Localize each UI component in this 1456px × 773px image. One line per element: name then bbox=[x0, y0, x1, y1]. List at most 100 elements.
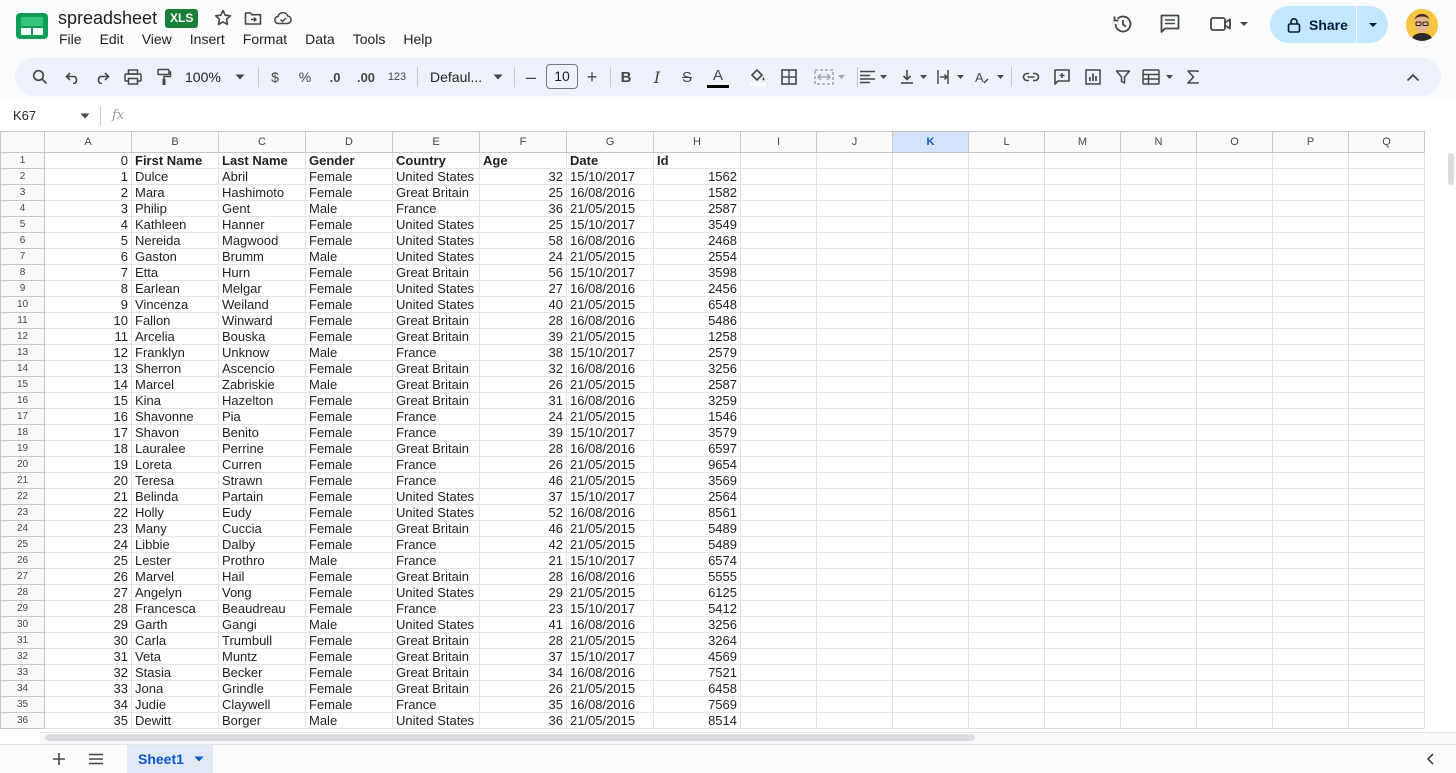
row-header[interactable]: 28 bbox=[0, 584, 45, 601]
cell-e20[interactable]: France bbox=[392, 456, 480, 473]
row-header[interactable]: 15 bbox=[0, 376, 45, 393]
cell-q17[interactable] bbox=[1348, 408, 1425, 425]
cell-a5[interactable]: 4 bbox=[44, 216, 132, 233]
cell-g21[interactable]: 21/05/2015 bbox=[566, 472, 654, 489]
cell-n12[interactable] bbox=[1120, 328, 1197, 345]
cell-k7[interactable] bbox=[892, 248, 969, 265]
cell-l30[interactable] bbox=[968, 616, 1045, 633]
cell-e22[interactable]: United States bbox=[392, 488, 480, 505]
cell-a28[interactable]: 27 bbox=[44, 584, 132, 601]
cell-b7[interactable]: Gaston bbox=[131, 248, 219, 265]
decrease-font-size-button[interactable]: – bbox=[521, 58, 541, 96]
cell-f35[interactable]: 35 bbox=[479, 696, 567, 713]
row-header[interactable]: 9 bbox=[0, 280, 45, 297]
menu-file[interactable]: File bbox=[50, 30, 91, 48]
cell-q16[interactable] bbox=[1348, 392, 1425, 409]
cell-k27[interactable] bbox=[892, 568, 969, 585]
cell-f8[interactable]: 56 bbox=[479, 264, 567, 281]
cell-d20[interactable]: Female bbox=[305, 456, 393, 473]
zoom-dropdown-icon[interactable] bbox=[233, 58, 247, 96]
cell-c11[interactable]: Winward bbox=[218, 312, 306, 329]
cell-d33[interactable]: Female bbox=[305, 664, 393, 681]
cell-k4[interactable] bbox=[892, 200, 969, 217]
column-header-j[interactable]: J bbox=[816, 131, 893, 153]
cell-i34[interactable] bbox=[740, 680, 817, 697]
cell-p17[interactable] bbox=[1272, 408, 1349, 425]
cell-i25[interactable] bbox=[740, 536, 817, 553]
cell-l35[interactable] bbox=[968, 696, 1045, 713]
cell-n6[interactable] bbox=[1120, 232, 1197, 249]
cell-m25[interactable] bbox=[1044, 536, 1121, 553]
cell-n3[interactable] bbox=[1120, 184, 1197, 201]
cell-q26[interactable] bbox=[1348, 552, 1425, 569]
cell-a9[interactable]: 8 bbox=[44, 280, 132, 297]
cell-e34[interactable]: Great Britain bbox=[392, 680, 480, 697]
cell-k23[interactable] bbox=[892, 504, 969, 521]
borders-button[interactable] bbox=[777, 58, 801, 96]
cell-h11[interactable]: 5486 bbox=[653, 312, 741, 329]
cell-l32[interactable] bbox=[968, 648, 1045, 665]
cell-h4[interactable]: 2587 bbox=[653, 200, 741, 217]
cell-j24[interactable] bbox=[816, 520, 893, 537]
cell-l9[interactable] bbox=[968, 280, 1045, 297]
cell-k14[interactable] bbox=[892, 360, 969, 377]
cell-j10[interactable] bbox=[816, 296, 893, 313]
cell-l1[interactable] bbox=[968, 152, 1045, 169]
cell-g1[interactable]: Date bbox=[566, 152, 654, 169]
cell-a31[interactable]: 30 bbox=[44, 632, 132, 649]
cell-a21[interactable]: 20 bbox=[44, 472, 132, 489]
cell-l7[interactable] bbox=[968, 248, 1045, 265]
cell-i29[interactable] bbox=[740, 600, 817, 617]
cell-g15[interactable]: 21/05/2015 bbox=[566, 376, 654, 393]
cell-k19[interactable] bbox=[892, 440, 969, 457]
insert-comment-button[interactable] bbox=[1050, 58, 1074, 96]
cell-n31[interactable] bbox=[1120, 632, 1197, 649]
column-header-g[interactable]: G bbox=[566, 131, 654, 153]
cell-d2[interactable]: Female bbox=[305, 168, 393, 185]
cell-l25[interactable] bbox=[968, 536, 1045, 553]
cell-c3[interactable]: Hashimoto bbox=[218, 184, 306, 201]
cell-k28[interactable] bbox=[892, 584, 969, 601]
cell-a14[interactable]: 13 bbox=[44, 360, 132, 377]
cell-p26[interactable] bbox=[1272, 552, 1349, 569]
cell-m31[interactable] bbox=[1044, 632, 1121, 649]
cell-f29[interactable]: 23 bbox=[479, 600, 567, 617]
cell-i16[interactable] bbox=[740, 392, 817, 409]
cell-c19[interactable]: Perrine bbox=[218, 440, 306, 457]
cell-l21[interactable] bbox=[968, 472, 1045, 489]
row-header[interactable]: 5 bbox=[0, 216, 45, 233]
cell-j12[interactable] bbox=[816, 328, 893, 345]
cell-p11[interactable] bbox=[1272, 312, 1349, 329]
cell-b15[interactable]: Marcel bbox=[131, 376, 219, 393]
cell-f26[interactable]: 21 bbox=[479, 552, 567, 569]
cell-p5[interactable] bbox=[1272, 216, 1349, 233]
cell-n15[interactable] bbox=[1120, 376, 1197, 393]
cell-d11[interactable]: Female bbox=[305, 312, 393, 329]
cell-m36[interactable] bbox=[1044, 712, 1121, 729]
format-percent-button[interactable]: % bbox=[295, 58, 315, 96]
cell-n35[interactable] bbox=[1120, 696, 1197, 713]
cell-k29[interactable] bbox=[892, 600, 969, 617]
cell-h9[interactable]: 2456 bbox=[653, 280, 741, 297]
functions-button[interactable] bbox=[1181, 58, 1205, 96]
cell-b23[interactable]: Holly bbox=[131, 504, 219, 521]
cell-j18[interactable] bbox=[816, 424, 893, 441]
cell-i36[interactable] bbox=[740, 712, 817, 729]
cell-b28[interactable]: Angelyn bbox=[131, 584, 219, 601]
cell-g8[interactable]: 15/10/2017 bbox=[566, 264, 654, 281]
cell-h1[interactable]: Id bbox=[653, 152, 741, 169]
all-sheets-menu-icon[interactable] bbox=[87, 750, 105, 768]
cell-c22[interactable]: Partain bbox=[218, 488, 306, 505]
row-header[interactable]: 14 bbox=[0, 360, 45, 377]
cell-i32[interactable] bbox=[740, 648, 817, 665]
cell-a23[interactable]: 22 bbox=[44, 504, 132, 521]
cell-f19[interactable]: 28 bbox=[479, 440, 567, 457]
cell-n18[interactable] bbox=[1120, 424, 1197, 441]
cell-c25[interactable]: Dalby bbox=[218, 536, 306, 553]
cell-h32[interactable]: 4569 bbox=[653, 648, 741, 665]
cell-n27[interactable] bbox=[1120, 568, 1197, 585]
cell-l17[interactable] bbox=[968, 408, 1045, 425]
cell-o28[interactable] bbox=[1196, 584, 1273, 601]
cell-c16[interactable]: Hazelton bbox=[218, 392, 306, 409]
column-header-i[interactable]: I bbox=[740, 131, 817, 153]
